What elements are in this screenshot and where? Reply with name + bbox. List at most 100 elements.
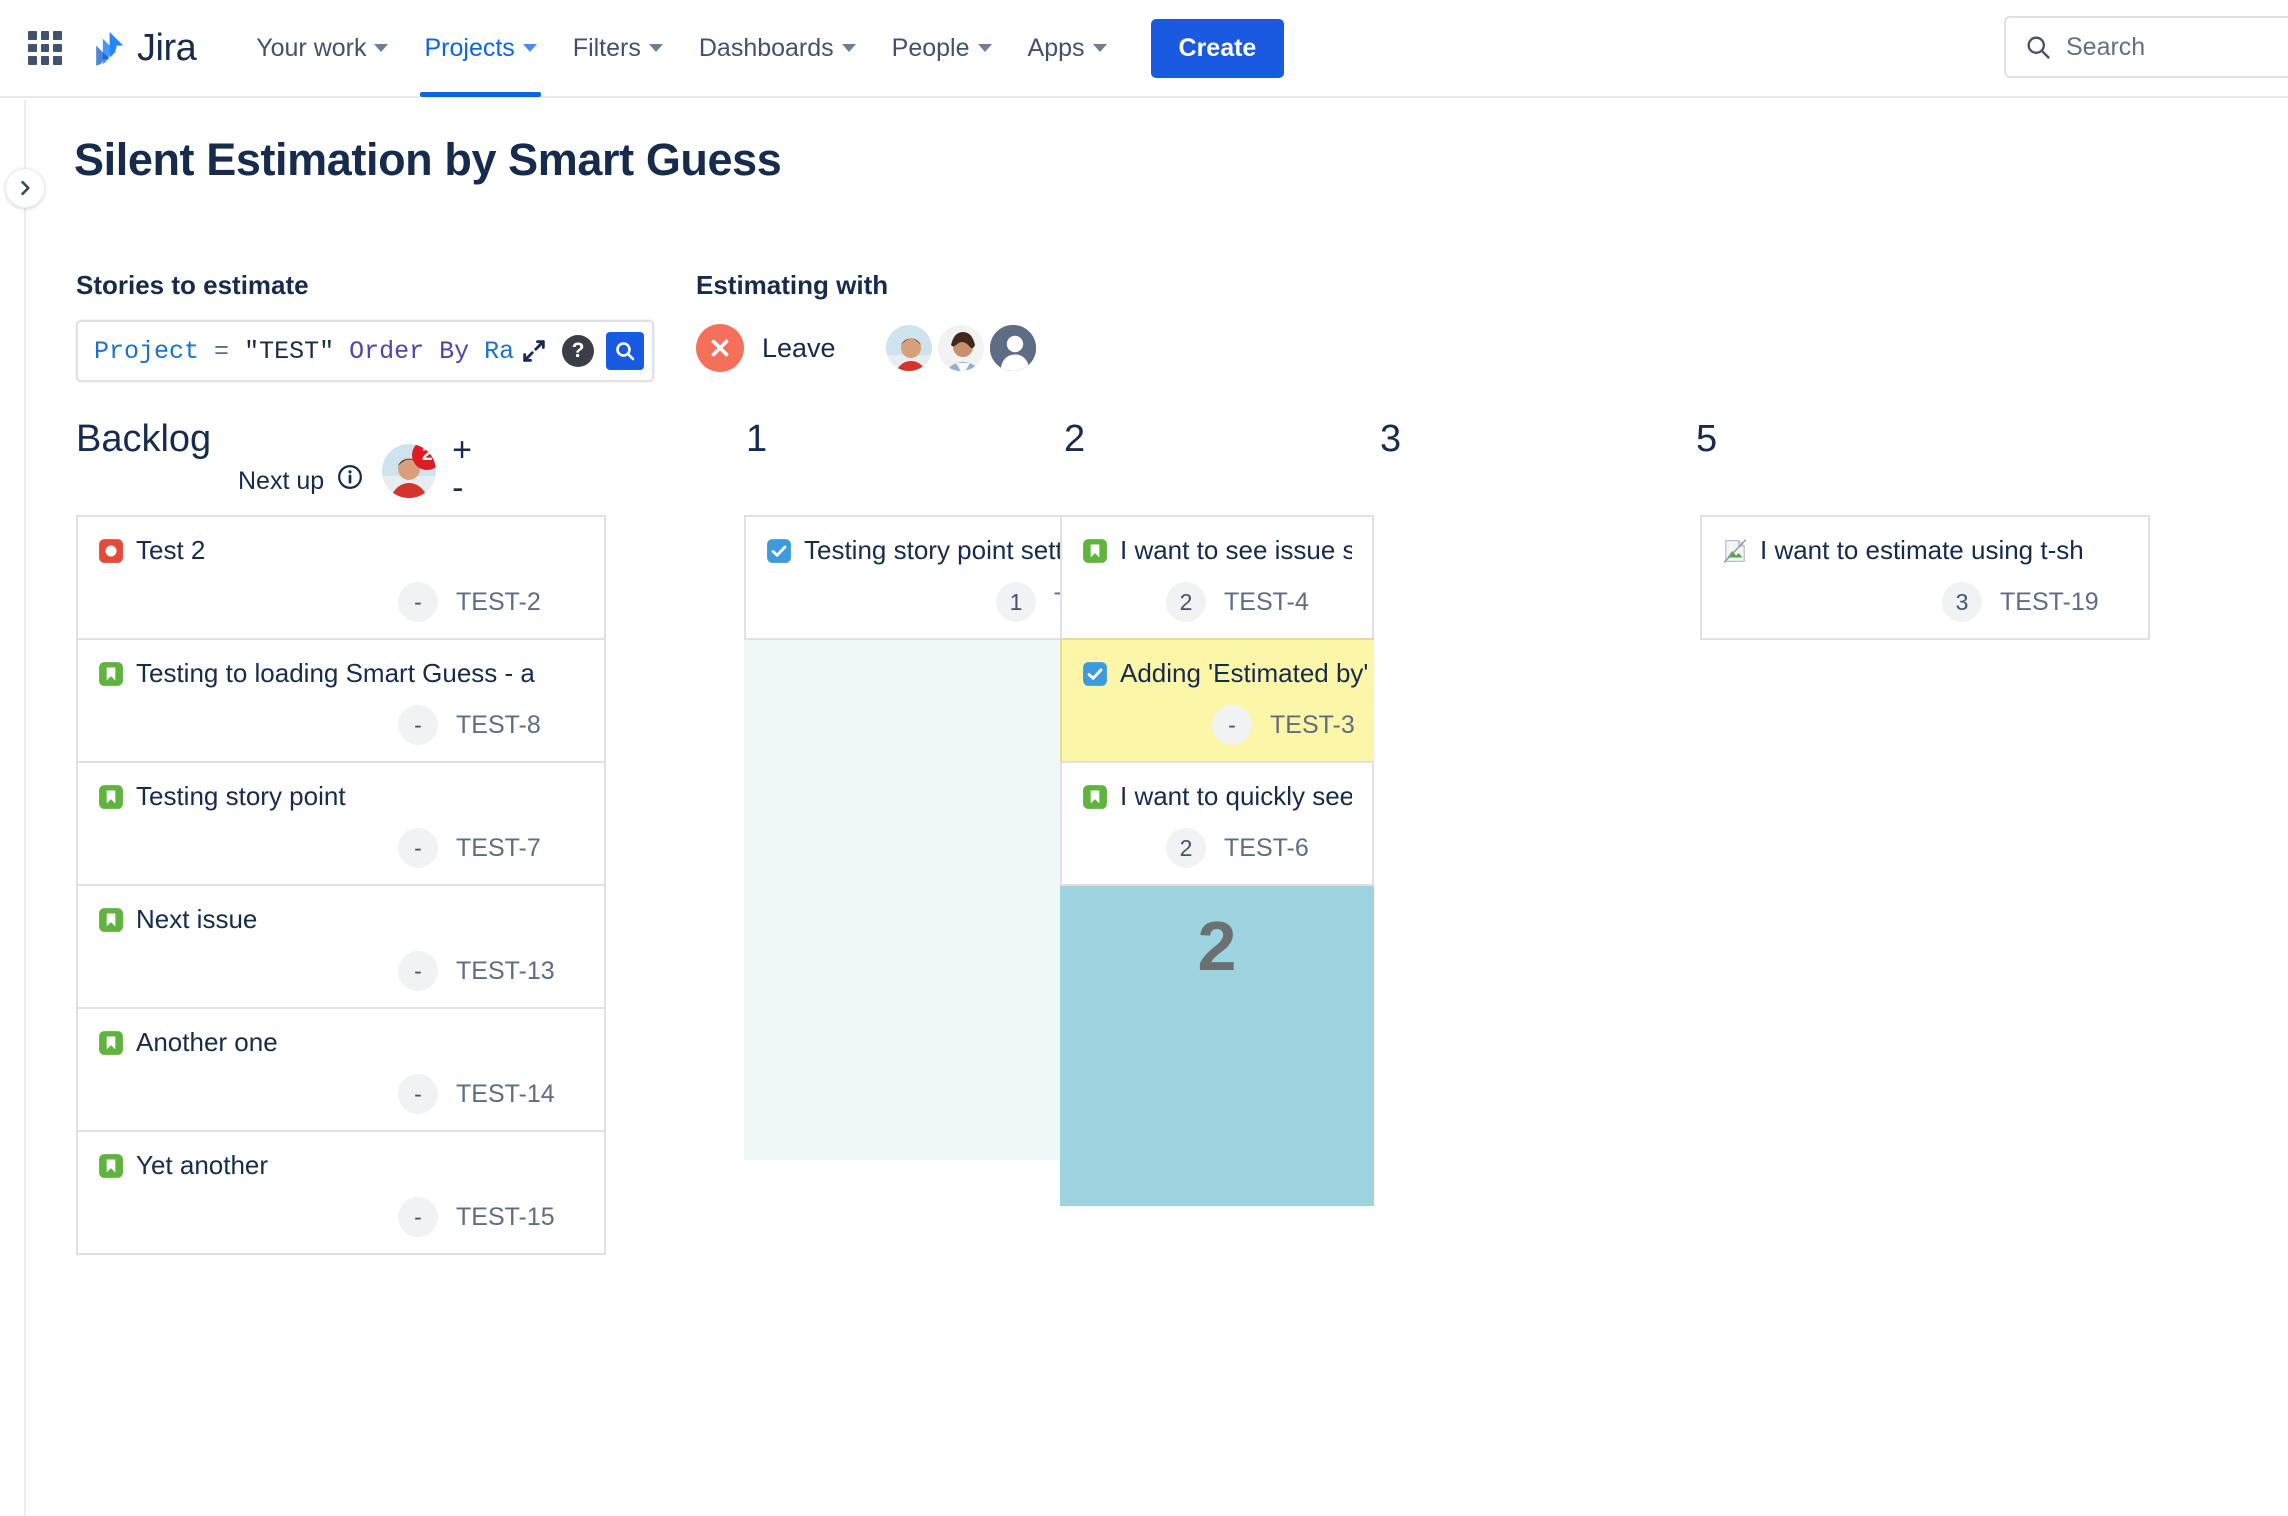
jql-query-input[interactable]: Project = "TEST" Order By Rank ? [76, 320, 654, 382]
issue-key[interactable]: TEST-6 [1224, 834, 1352, 863]
estimate-dropzone-2[interactable]: 2 [1060, 886, 1374, 1206]
card-title: Yet another [136, 1150, 269, 1180]
issue-key[interactable]: TEST-15 [456, 1203, 584, 1232]
jira-logo[interactable]: Jira [90, 26, 197, 70]
task-icon [1082, 661, 1108, 687]
story-icon [98, 784, 124, 810]
help-icon[interactable]: ? [562, 335, 594, 367]
card-title-row: Yet another [98, 1150, 584, 1181]
story-icon [98, 907, 124, 933]
issue-key[interactable]: TEST-2 [456, 588, 584, 617]
issue-key[interactable]: TEST-3 [1270, 711, 1374, 740]
nav-item-apps[interactable]: Apps [1010, 0, 1125, 97]
broken-image-icon [1722, 538, 1748, 564]
estimating-with-row: Leave [696, 323, 1040, 373]
estimate-column-2[interactable]: I want to see issue story poin 2 TEST-4 … [1060, 515, 1374, 1206]
nav-item-label: Apps [1027, 33, 1085, 62]
search-input[interactable]: Search [2004, 16, 2288, 78]
board-columns: Test 2 - TEST-2 Testing to loading Smart [28, 515, 2288, 1516]
estimating-with-label: Estimating with [696, 270, 889, 300]
card-title-row: I want to see issue story poin [1082, 535, 1352, 566]
card-title: I want to see issue story poin [1120, 535, 1352, 565]
next-up-label: Next up [238, 467, 325, 495]
issue-key[interactable]: TEST-19 [2000, 588, 2128, 617]
chevron-down-icon [977, 44, 992, 52]
estimate-card[interactable]: I want to estimate using t-sh 3 TEST-19 [1700, 515, 2150, 640]
card-title-row: Next issue [98, 904, 584, 935]
nav-item-filters[interactable]: Filters [555, 0, 681, 97]
issue-key[interactable]: TEST-7 [456, 834, 584, 863]
estimate-column-3[interactable]: I want to estimate using t-sh 3 TEST-19 [1700, 515, 2150, 640]
backlog-card[interactable]: Testing to loading Smart Guess - a - TES… [76, 638, 606, 761]
card-title-row: Testing to loading Smart Guess - a [98, 658, 584, 689]
jql-search-button[interactable] [606, 332, 644, 370]
backlog-card[interactable]: Another one - TEST-14 [76, 1007, 606, 1130]
nav-item-dashboards[interactable]: Dashboards [681, 0, 874, 97]
sidebar-expand-button[interactable] [5, 168, 45, 208]
jira-logo-icon [96, 31, 124, 66]
card-title: Testing to loading Smart Guess - a [136, 658, 535, 688]
card-meta: 3 TEST-19 [1722, 582, 2128, 622]
card-meta: - TEST-7 [98, 828, 584, 868]
story-icon [1082, 538, 1108, 564]
card-meta: 2 TEST-6 [1082, 828, 1352, 868]
create-button[interactable]: Create [1150, 18, 1285, 78]
issue-key[interactable]: TEST-4 [1224, 588, 1352, 617]
chevron-down-icon [1092, 44, 1107, 52]
remove-participant-button[interactable]: - [452, 471, 472, 505]
backlog-card[interactable]: Test 2 - TEST-2 [76, 515, 606, 638]
nav-item-your-work[interactable]: Your work [238, 0, 406, 97]
story-points-badge: - [398, 582, 438, 622]
story-icon [98, 661, 124, 687]
card-title-row: I want to quickly see who has [1082, 781, 1352, 812]
search-icon [616, 342, 635, 361]
card-title: Testing story point [136, 781, 346, 811]
jira-logo-text: Jira [137, 26, 197, 69]
avatar-participant-3[interactable] [987, 323, 1038, 373]
card-title-row: I want to estimate using t-sh [1722, 535, 2128, 566]
chevron-right-icon [21, 180, 30, 196]
jql-token-operator: = [214, 336, 230, 366]
leave-button[interactable]: Leave [696, 324, 836, 372]
search-icon [2024, 33, 2052, 61]
estimate-card-highlighted[interactable]: Adding 'Estimated by' field to the - TES… [1060, 638, 1374, 761]
nav-item-projects[interactable]: Projects [406, 0, 554, 97]
story-points-badge: - [398, 1197, 438, 1237]
next-up-avatar[interactable]: 2 [382, 444, 437, 498]
issue-key[interactable]: TEST-13 [456, 957, 584, 986]
estimate-column-header-2[interactable]: 2 [1064, 418, 1085, 461]
participant-avatars [883, 323, 1040, 373]
card-meta: - TEST-14 [98, 1074, 584, 1114]
estimate-column-header-3[interactable]: 3 [1380, 418, 1401, 461]
nav-item-people[interactable]: People [874, 0, 1010, 97]
nav-item-label: Filters [572, 33, 641, 62]
backlog-card[interactable]: Next issue - TEST-13 [76, 884, 606, 1007]
avatar-participant-2[interactable] [935, 323, 986, 373]
backlog-card[interactable]: Yet another - TEST-15 [76, 1130, 606, 1255]
estimate-card[interactable]: I want to quickly see who has 2 TEST-6 [1060, 761, 1374, 886]
backlog-column: Test 2 - TEST-2 Testing to loading Smart [76, 515, 606, 1255]
issue-key[interactable]: TEST-14 [456, 1080, 584, 1109]
jql-token-order-field: Rank [484, 336, 516, 366]
estimate-column-header-5[interactable]: 5 [1696, 418, 1717, 461]
card-meta: - TEST-15 [98, 1197, 584, 1237]
info-icon[interactable] [336, 463, 364, 500]
backlog-card[interactable]: Testing story point - TEST-7 [76, 761, 606, 884]
card-title: Another one [136, 1027, 278, 1057]
stories-to-estimate-section: Stories to estimate Project = "TEST" Ord… [76, 270, 654, 382]
app-switcher-icon[interactable] [22, 25, 68, 71]
story-icon [98, 1030, 124, 1056]
jql-token-field: Project [94, 336, 200, 366]
expand-icon[interactable] [520, 337, 548, 365]
card-title: Next issue [136, 904, 258, 934]
estimate-card[interactable]: I want to see issue story poin 2 TEST-4 [1060, 515, 1374, 638]
card-title: Test 2 [136, 535, 206, 565]
estimate-column-header-1[interactable]: 1 [746, 418, 767, 461]
avatar-photo-female [937, 325, 984, 371]
estimating-with-section: Estimating with Leave [696, 270, 1040, 373]
add-participant-button[interactable]: + [452, 433, 472, 467]
card-title: I want to quickly see who has [1120, 781, 1352, 811]
avatar-participant-1[interactable] [883, 323, 934, 373]
issue-key[interactable]: TEST-8 [456, 711, 584, 740]
story-points-badge: 1 [996, 582, 1036, 622]
